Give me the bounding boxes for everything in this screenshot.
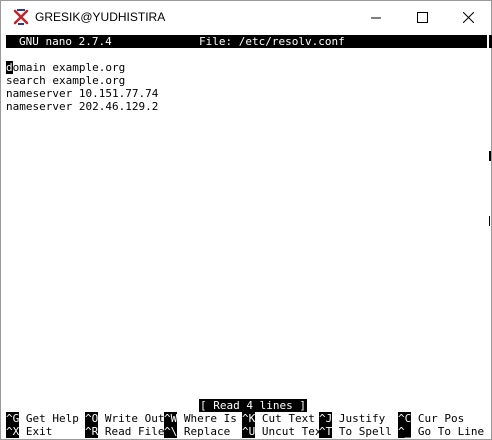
shortcut-label: Justify (332, 412, 386, 425)
shortcut-label: Go To Line (411, 425, 485, 438)
file-line-text: omain example.org (12, 61, 126, 74)
minimize-icon (370, 17, 381, 19)
window-title: GRESIK@YUDHISTIRA (35, 10, 166, 24)
shortcut-row-1: ^G Get Help ^O Write Out ^W Where Is ^K … (6, 412, 487, 425)
shortcut-key: ^K (242, 412, 256, 425)
file-line-text: search example.org (6, 74, 126, 87)
shortcut-key: ^G (6, 412, 20, 425)
nano-header-bar: GNU nano 2.7.4 File: /etc/resolv.conf (6, 35, 487, 48)
minimize-button[interactable] (353, 1, 399, 34)
nano-file-label: File: /etc/resolv.conf (199, 35, 345, 48)
file-line-4[interactable]: nameserver 202.46.129.2 (6, 100, 158, 113)
shortcut-key: ^U (242, 425, 256, 438)
title-bar[interactable]: GRESIK@YUDHISTIRA (1, 1, 491, 34)
close-button[interactable] (445, 1, 491, 34)
shortcut-cur-pos[interactable]: ^C Cur Pos (398, 412, 464, 425)
shortcut-key: ^_ (398, 425, 412, 438)
shortcut-key: ^W (164, 412, 178, 425)
shortcut-label: To Spell (332, 425, 392, 438)
shortcut-key: ^C (398, 412, 412, 425)
shortcut-where-is[interactable]: ^W Where Is (164, 412, 237, 425)
file-line-2[interactable]: search example.org (6, 74, 125, 87)
shortcut-label: Read File (98, 425, 165, 438)
shortcut-label: Cur Pos (411, 412, 465, 425)
file-line-text: nameserver 202.46.129.2 (6, 100, 159, 113)
shortcut-key: ^R (85, 425, 99, 438)
scrollbar-edge-mark (489, 216, 490, 226)
shortcut-key: ^T (319, 425, 333, 438)
shortcut-go-to-line[interactable]: ^_ Go To Line (398, 425, 484, 438)
shortcut-label: Get Help (19, 412, 79, 425)
status-message: [ Read 4 lines ] (199, 399, 307, 412)
nano-version: GNU nano 2.7.4 (19, 35, 112, 48)
shortcut-justify[interactable]: ^J Justify (319, 412, 385, 425)
shortcut-key: ^J (319, 412, 333, 425)
shortcut-label: Replace (177, 425, 231, 438)
shortcut-to-spell[interactable]: ^T To Spell (319, 425, 392, 438)
shortcut-get-help[interactable]: ^G Get Help (6, 412, 79, 425)
shortcut-read-file[interactable]: ^R Read File (85, 425, 164, 438)
terminal-screen[interactable]: GNU nano 2.7.4 File: /etc/resolv.conf do… (6, 35, 487, 439)
shortcut-key: ^\ (164, 425, 178, 438)
terminal-window: GRESIK@YUDHISTIRA GNU nano 2.7.4 File: /… (0, 0, 492, 440)
shortcut-exit[interactable]: ^X Exit (6, 425, 52, 438)
shortcut-row-2: ^X Exit ^R Read File ^\ Replace ^U Uncut… (6, 425, 487, 438)
close-icon (462, 12, 474, 23)
shortcut-cut-text[interactable]: ^K Cut Text (242, 412, 315, 425)
maximize-button[interactable] (399, 1, 445, 34)
shortcut-label: Uncut Text (255, 425, 329, 438)
file-line-text: nameserver 10.151.77.74 (6, 87, 159, 100)
text-cursor: d (6, 61, 13, 74)
file-line-3[interactable]: nameserver 10.151.77.74 (6, 87, 158, 100)
shortcut-label: Where Is (177, 412, 237, 425)
putty-app-icon[interactable] (13, 9, 29, 25)
shortcut-write-out[interactable]: ^O Write Out (85, 412, 164, 425)
shortcut-key: ^X (6, 425, 20, 438)
scrollbar-edge-mark (489, 151, 491, 161)
shortcut-key: ^O (85, 412, 99, 425)
file-line-1[interactable]: domain example.org (6, 61, 125, 74)
maximize-icon (416, 12, 428, 23)
shortcut-label: Write Out (98, 412, 165, 425)
shortcut-label: Cut Text (255, 412, 315, 425)
shortcut-label: Exit (19, 425, 53, 438)
shortcut-uncut-text[interactable]: ^U Uncut Text (242, 425, 328, 438)
shortcut-replace[interactable]: ^\ Replace (164, 425, 230, 438)
